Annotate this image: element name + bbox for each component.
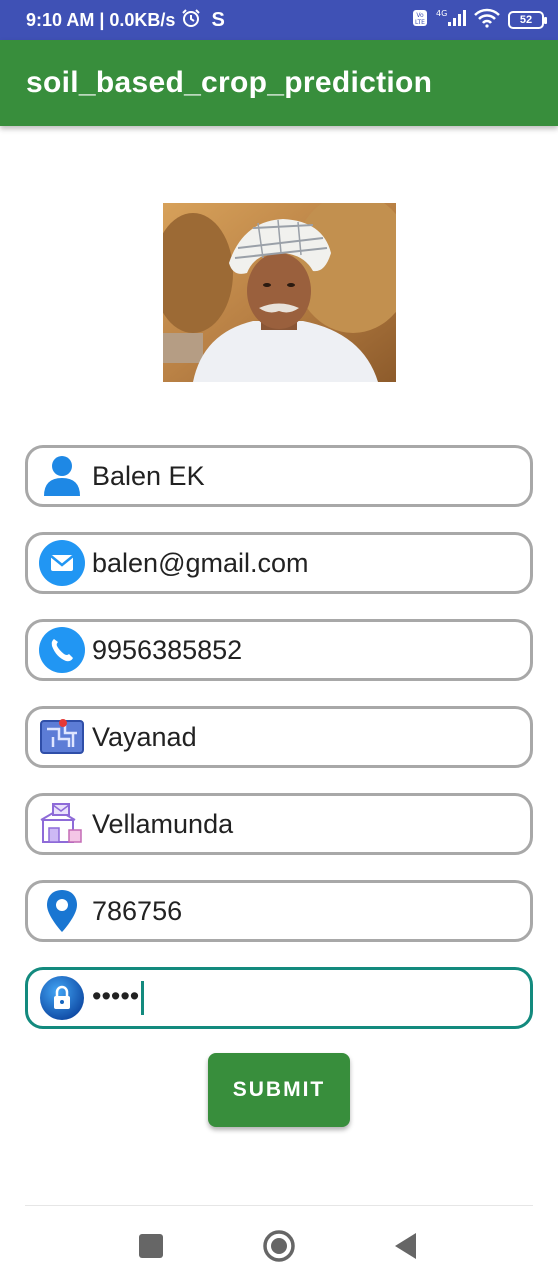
alarm-icon [181, 8, 201, 33]
app-bar: soil_based_crop_prediction [0, 40, 558, 126]
pincode-field[interactable]: 786756 [25, 880, 533, 942]
pincode-value: 786756 [92, 895, 183, 926]
email-icon [38, 539, 86, 587]
recents-square-icon[interactable] [131, 1226, 171, 1266]
status-bar: 9:10 AM | 0.0KB/s S Vo LTE 4G 52 [0, 0, 558, 40]
post-office-icon [38, 800, 86, 848]
farmer-photo [163, 203, 396, 382]
map-icon [38, 713, 86, 761]
navigation-bar [0, 1206, 558, 1280]
place-field[interactable]: Vellamunda [25, 793, 533, 855]
password-value: ••••• [92, 981, 145, 1015]
status-left: 9:10 AM | 0.0KB/s S [26, 8, 225, 33]
svg-text:Vo: Vo [416, 12, 424, 19]
battery-level: 52 [519, 14, 533, 26]
phone-icon [38, 626, 86, 674]
volte-icon: Vo LTE [412, 9, 428, 32]
back-triangle-icon[interactable] [386, 1226, 426, 1266]
place-value: Vellamunda [92, 808, 234, 839]
name-field[interactable]: Balen EK [25, 445, 533, 507]
email-value: balen@gmail.com [92, 547, 309, 578]
email-field[interactable]: balen@gmail.com [25, 532, 533, 594]
svg-text:4G: 4G [436, 9, 447, 18]
s-indicator: S [211, 8, 225, 31]
text-caret [141, 981, 145, 1015]
phone-field[interactable]: 9956385852 [25, 619, 533, 681]
status-right: Vo LTE 4G 52 [412, 8, 547, 33]
submit-button[interactable]: SUBMIT [208, 1053, 350, 1127]
name-value: Balen EK [92, 460, 205, 491]
district-value: Vayanad [92, 721, 197, 752]
app-title: soil_based_crop_prediction [26, 66, 433, 99]
battery-icon: 52 [508, 11, 547, 29]
district-field[interactable]: Vayanad [25, 706, 533, 768]
lock-icon [38, 974, 86, 1022]
password-field[interactable]: ••••• [25, 967, 533, 1029]
wifi-icon [474, 8, 500, 33]
4g-signal-icon: 4G [436, 8, 466, 33]
phone-value: 9956385852 [92, 634, 243, 665]
person-icon [38, 452, 86, 500]
svg-text:LTE: LTE [415, 19, 425, 26]
password-dots: ••••• [92, 981, 140, 1012]
home-circle-icon[interactable] [259, 1226, 299, 1266]
location-pin-icon [38, 887, 86, 935]
status-time: 9:10 AM | 0.0KB/s [26, 9, 176, 30]
